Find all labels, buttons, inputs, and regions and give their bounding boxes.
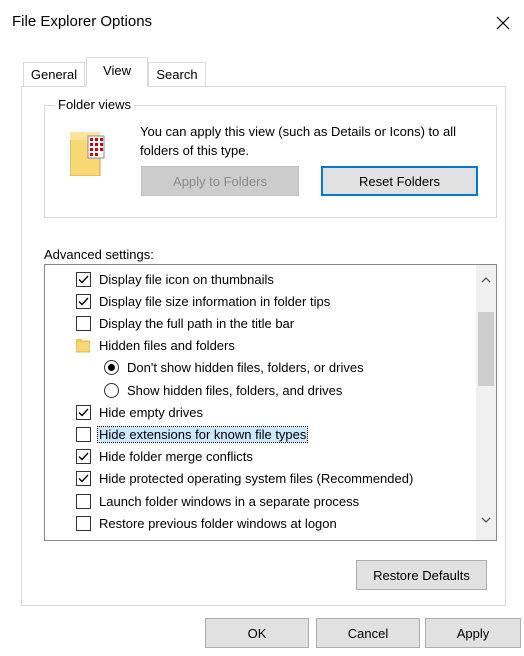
- scroll-up-button[interactable]: [476, 270, 496, 290]
- tab-view[interactable]: View: [86, 57, 148, 87]
- radio-unselected[interactable]: [104, 382, 119, 398]
- checkmark-icon: [78, 474, 89, 483]
- checkbox-item[interactable]: Hide empty drives: [76, 401, 204, 423]
- checkbox-checked[interactable]: [76, 471, 91, 487]
- checkbox-item[interactable]: Launch folder windows in a separate proc…: [76, 490, 360, 512]
- scrollbar-track[interactable]: [476, 265, 496, 540]
- ok-button[interactable]: OK: [205, 618, 309, 648]
- setting-label: Display file icon on thumbnails: [99, 271, 274, 287]
- checkbox-checked[interactable]: [76, 449, 91, 465]
- checkbox-checked[interactable]: [76, 293, 91, 309]
- checkbox-item[interactable]: Restore previous folder windows at logon: [76, 512, 338, 534]
- checkbox-unchecked[interactable]: [76, 426, 91, 442]
- setting-label: Hidden files and folders: [99, 338, 235, 354]
- folder-views-label: Folder views: [55, 97, 134, 112]
- radio-item[interactable]: Show hidden files, folders, and drives: [104, 379, 343, 401]
- setting-label: Display the full path in the title bar: [99, 315, 295, 331]
- radio-dot-icon: [108, 364, 115, 372]
- checkbox-checked[interactable]: [76, 271, 91, 287]
- setting-label: Launch folder windows in a separate proc…: [99, 493, 360, 509]
- checkmark-icon: [78, 452, 89, 461]
- checkbox-item[interactable]: Hide protected operating system files (R…: [76, 468, 414, 490]
- advanced-settings-label: Advanced settings:: [44, 247, 154, 262]
- scrollbar-thumb[interactable]: [478, 312, 494, 386]
- folder-views-description: You can apply this view (such as Details…: [140, 124, 457, 158]
- setting-label: Hide protected operating system files (R…: [99, 471, 414, 487]
- checkbox-checked[interactable]: [76, 404, 91, 420]
- reset-folders-label: Reset Folders: [359, 173, 440, 189]
- checkmark-icon: [78, 408, 89, 417]
- checkmark-icon: [78, 297, 89, 306]
- chevron-up-icon: [481, 277, 491, 283]
- close-icon: [496, 16, 510, 30]
- window-title: File Explorer Options: [12, 13, 153, 30]
- tab-general[interactable]: General: [23, 62, 85, 86]
- scroll-down-button[interactable]: [476, 510, 496, 530]
- checkbox-item[interactable]: Display file icon on thumbnails: [76, 268, 275, 290]
- folder-views-icon: [69, 132, 112, 177]
- folder-icon: [75, 338, 91, 353]
- setting-label: Hide extensions for known file types: [96, 425, 309, 443]
- setting-label: Show hidden files, folders, and drives: [127, 382, 343, 398]
- radio-item[interactable]: Don't show hidden files, folders, or dri…: [104, 357, 365, 379]
- checkbox-item[interactable]: Display file size information in folder …: [76, 290, 331, 312]
- checkbox-unchecked[interactable]: [76, 315, 91, 331]
- checkbox-unchecked[interactable]: [76, 493, 91, 509]
- close-button[interactable]: [486, 6, 520, 40]
- chevron-down-icon: [481, 517, 491, 523]
- setting-label: Restore previous folder windows at logon: [99, 515, 337, 531]
- checkmark-icon: [78, 275, 89, 283]
- checkbox-item[interactable]: Hide extensions for known file types: [76, 423, 309, 445]
- cancel-button[interactable]: Cancel: [316, 618, 420, 648]
- apply-to-folders-button[interactable]: Apply to Folders: [141, 166, 299, 196]
- radio-selected[interactable]: [104, 360, 119, 376]
- restore-defaults-button[interactable]: Restore Defaults: [356, 560, 487, 590]
- tree-group-item: Hidden files and folders: [75, 335, 236, 357]
- setting-label: Hide folder merge conflicts: [99, 449, 253, 465]
- reset-folders-button[interactable]: Reset Folders: [321, 166, 478, 196]
- apply-button[interactable]: Apply: [425, 618, 521, 648]
- checkbox-item[interactable]: Hide folder merge conflicts: [76, 446, 254, 468]
- checkbox-unchecked[interactable]: [76, 515, 91, 531]
- setting-label: Display file size information in folder …: [99, 293, 331, 309]
- setting-label: Hide empty drives: [99, 404, 204, 420]
- checkbox-item[interactable]: Display the full path in the title bar: [76, 312, 295, 334]
- tab-search[interactable]: Search: [148, 62, 206, 86]
- setting-label: Don't show hidden files, folders, or dri…: [127, 360, 364, 376]
